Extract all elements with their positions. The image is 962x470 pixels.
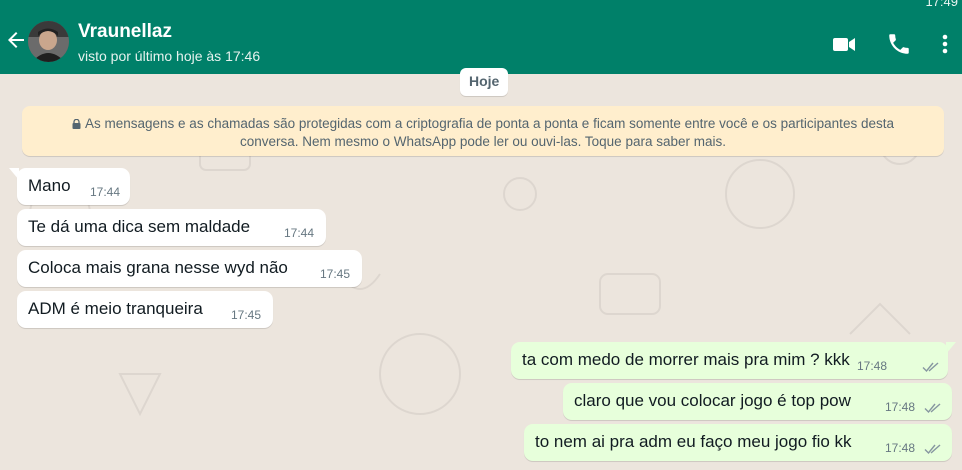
message-text: ta com medo de morrer mais pra mim ? kkk: [522, 350, 850, 369]
message-time: 17:48: [885, 441, 916, 455]
message-time: 17:48: [857, 359, 888, 373]
more-vert-icon[interactable]: [933, 31, 957, 57]
message-text: Coloca mais grana nesse wyd não: [28, 258, 288, 277]
avatar[interactable]: [28, 21, 69, 62]
message-text: to nem ai pra adm eu faço meu jogo fio k…: [535, 432, 852, 451]
message-in[interactable]: ADM é meio tranqueira 17:45: [17, 291, 273, 328]
arrow-back-icon[interactable]: [4, 28, 28, 52]
read-ticks-icon: [924, 403, 941, 414]
chat-header: 17:49 Vraunellaz visto por último hoje à…: [0, 0, 962, 74]
message-out[interactable]: claro que vou colocar jogo é top pow 17:…: [563, 383, 952, 420]
message-in[interactable]: Mano 17:44: [17, 168, 130, 205]
message-time: 17:44: [90, 185, 121, 199]
message-in[interactable]: Te dá uma dica sem maldade 17:44: [17, 209, 326, 246]
message-text: ADM é meio tranqueira: [28, 299, 203, 318]
encryption-notice[interactable]: As mensagens e as chamadas são protegida…: [22, 106, 944, 156]
message-time: 17:44: [284, 226, 315, 240]
lock-icon: [72, 119, 81, 129]
status-bar-time: 17:49: [925, 0, 958, 9]
avatar-photo: [28, 21, 69, 62]
encryption-notice-line2: conversa. Nem mesmo o WhatsApp pode ler …: [240, 134, 726, 149]
encryption-notice-line1: As mensagens e as chamadas são protegida…: [85, 116, 894, 131]
message-text: claro que vou colocar jogo é top pow: [574, 391, 851, 410]
phone-call-icon[interactable]: [886, 31, 912, 57]
message-in[interactable]: Coloca mais grana nesse wyd não 17:45: [17, 250, 362, 287]
message-out[interactable]: to nem ai pra adm eu faço meu jogo fio k…: [524, 424, 952, 461]
contact-name[interactable]: Vraunellaz: [78, 21, 172, 43]
message-out[interactable]: ta com medo de morrer mais pra mim ? kkk…: [511, 342, 948, 379]
status-bar: 17:49: [0, 0, 962, 9]
last-seen-status: visto por último hoje às 17:46: [78, 48, 261, 64]
message-time: 17:48: [885, 400, 916, 414]
message-time: 17:45: [320, 267, 351, 281]
message-text: Mano: [28, 176, 71, 195]
video-call-icon[interactable]: [831, 31, 857, 57]
read-ticks-icon: [924, 444, 941, 455]
message-time: 17:45: [231, 308, 262, 322]
message-text: Te dá uma dica sem maldade: [28, 217, 251, 236]
read-ticks-icon: [922, 362, 939, 373]
date-separator: Hoje: [460, 68, 509, 96]
